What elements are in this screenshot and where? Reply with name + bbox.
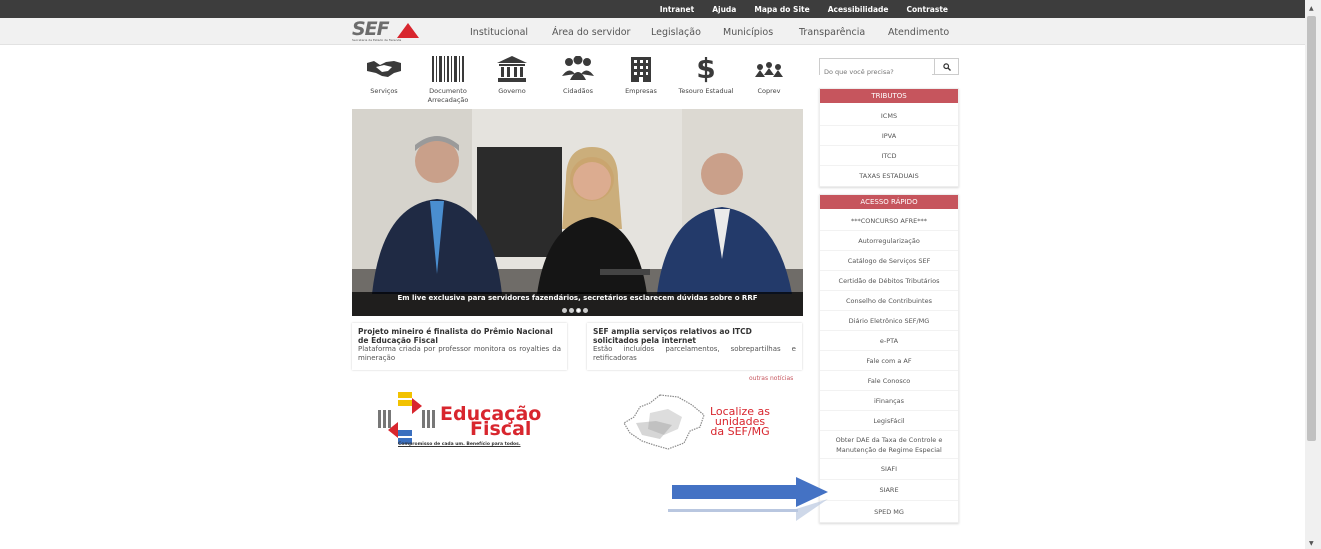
news-title[interactable]: SEF amplia serviços relativos ao ITCD so… <box>593 327 796 345</box>
shortcut-label: Tesouro Estadual <box>678 87 734 95</box>
shortcut-label: Cidadãos <box>563 87 593 95</box>
shortcut-label: Serviços <box>370 87 398 95</box>
carousel-dot-2[interactable] <box>569 308 574 313</box>
tributos-panel: TRIBUTOS ICMS IPVA ITCD TAXAS ESTADUAIS <box>819 88 959 187</box>
acesso-item-fale-af[interactable]: Fale com a AF <box>820 351 958 371</box>
acesso-item-catalogo[interactable]: Catálogo de Serviços SEF <box>820 251 958 271</box>
minas-gerais-map-icon <box>623 394 705 450</box>
carousel-dot-3[interactable] <box>576 308 581 313</box>
scroll-down-icon[interactable]: ▼ <box>1309 540 1314 547</box>
contraste-link[interactable]: Contraste <box>907 5 948 14</box>
acesso-item-siare[interactable]: SIARE <box>820 480 958 501</box>
office-building-icon <box>611 55 671 83</box>
acesso-item-siafi[interactable]: SIAFI <box>820 459 958 480</box>
acesso-item-obter-dae[interactable]: Obter DAE da Taxa de Controle e Manutenç… <box>820 431 958 459</box>
shortcut-documento-arrecadacao[interactable]: Documento Arrecadação <box>418 55 478 105</box>
news-summary: Estão incluídos parcelamentos, sobrepart… <box>593 345 796 362</box>
acesso-item-conselho[interactable]: Conselho de Contribuintes <box>820 291 958 311</box>
scroll-up-icon[interactable]: ▲ <box>1309 5 1314 12</box>
search-icon <box>942 62 951 71</box>
handshake-icon <box>354 55 414 83</box>
shortcut-label: Coprev <box>757 87 781 95</box>
mapa-do-site-link[interactable]: Mapa do Site <box>754 5 809 14</box>
tributos-item-icms[interactable]: ICMS <box>820 106 958 126</box>
acesso-item-autorregularizacao[interactable]: Autorregularização <box>820 231 958 251</box>
shortcut-cidadaos[interactable]: Cidadãos <box>548 55 608 96</box>
carousel-caption-text: Em live exclusiva para servidores fazend… <box>397 294 758 302</box>
government-building-icon <box>482 55 542 83</box>
news-summary: Plataforma criada por professor monitora… <box>358 345 561 362</box>
people-icon <box>548 55 608 83</box>
carousel-caption: Em live exclusiva para servidores fazend… <box>352 292 803 316</box>
acesso-item-epta[interactable]: e-PTA <box>820 331 958 351</box>
nav-atendimento[interactable]: Atendimento <box>888 27 949 38</box>
localize-text: Localize as unidades da SEF/MG <box>705 406 775 438</box>
news-carousel[interactable]: Em live exclusiva para servidores fazend… <box>352 109 803 316</box>
localize-unidades-banner[interactable]: Localize as unidades da SEF/MG <box>620 393 790 453</box>
news-item-1[interactable]: Projeto mineiro é finalista do Prêmio Na… <box>352 323 567 370</box>
educacao-fiscal-logo-icon <box>378 392 435 444</box>
search-button[interactable] <box>934 59 958 74</box>
scroll-thumb[interactable] <box>1307 16 1316 441</box>
nav-municipios[interactable]: Municípios <box>723 27 799 38</box>
acesso-item-legisfacil[interactable]: LegisFácil <box>820 411 958 431</box>
nav-menu: Institucional Área do servidor Legislaçã… <box>470 27 949 38</box>
more-news-link[interactable]: outras notícias <box>749 375 793 382</box>
nav-transparencia[interactable]: Transparência <box>799 27 888 38</box>
nav-area-do-servidor[interactable]: Área do servidor <box>552 27 651 38</box>
acesso-item-sped-mg[interactable]: SPED MG <box>820 501 958 522</box>
tributos-item-taxas[interactable]: TAXAS ESTADUAIS <box>820 166 958 186</box>
search-box <box>819 58 959 80</box>
intranet-link[interactable]: Intranet <box>660 5 695 14</box>
nav-legislacao[interactable]: Legislação <box>651 27 723 38</box>
educacao-fiscal-banner[interactable]: Educação Fiscal Compromisso de cada um. … <box>378 392 548 452</box>
shortcut-label: Documento Arrecadação <box>427 87 469 104</box>
shortcut-empresas[interactable]: Empresas <box>611 55 671 96</box>
tributos-item-ipva[interactable]: IPVA <box>820 126 958 146</box>
acesso-item-diario[interactable]: Diário Eletrônico SEF/MG <box>820 311 958 331</box>
acesso-item-concurso[interactable]: ***CONCURSO AFRE*** <box>820 211 958 231</box>
highlight-arrow <box>668 475 828 529</box>
barcode-icon <box>418 55 478 83</box>
acesso-item-ifinancas[interactable]: iFinanças <box>820 391 958 411</box>
acessibilidade-link[interactable]: Acessibilidade <box>828 5 889 14</box>
educacao-tagline: Compromisso de cada um. Benefício para t… <box>398 442 521 447</box>
shortcut-servicos[interactable]: Serviços <box>354 55 414 96</box>
carousel-dot-4[interactable] <box>583 308 588 313</box>
logo-triangle-icon <box>397 23 419 38</box>
shortcut-label: Empresas <box>625 87 657 95</box>
carousel-dots <box>562 308 588 313</box>
shortcut-coprev[interactable]: Coprev <box>739 55 799 96</box>
fiscal-title: Fiscal <box>470 418 532 440</box>
top-utility-bar: Intranet Ajuda Mapa do Site Acessibilida… <box>0 0 1305 18</box>
logo-subtitle: Secretaria de Estado de Fazenda <box>352 38 402 42</box>
banner-photo <box>352 109 803 316</box>
sef-logo[interactable]: SEF Secretaria de Estado de Fazenda <box>352 20 424 43</box>
ajuda-link[interactable]: Ajuda <box>712 5 736 14</box>
utility-links: Intranet Ajuda Mapa do Site Acessibilida… <box>660 0 948 18</box>
acesso-rapido-title: ACESSO RÁPIDO <box>820 195 958 209</box>
news-item-2[interactable]: SEF amplia serviços relativos ao ITCD so… <box>587 323 802 370</box>
news-title[interactable]: Projeto mineiro é finalista do Prêmio Na… <box>358 327 561 345</box>
search-input[interactable] <box>820 64 932 80</box>
nav-institucional[interactable]: Institucional <box>470 27 552 38</box>
shortcut-tesouro-estadual[interactable]: $ Tesouro Estadual <box>676 55 736 96</box>
acesso-item-certidao[interactable]: Certidão de Débitos Tributários <box>820 271 958 291</box>
tributos-item-itcd[interactable]: ITCD <box>820 146 958 166</box>
shortcut-governo[interactable]: Governo <box>482 55 542 96</box>
shortcut-label: Governo <box>498 87 526 95</box>
dollar-icon: $ <box>696 52 716 85</box>
acesso-rapido-panel: ACESSO RÁPIDO ***CONCURSO AFRE*** Autorr… <box>819 194 959 523</box>
acesso-item-fale-conosco[interactable]: Fale Conosco <box>820 371 958 391</box>
coprev-icon <box>739 55 799 83</box>
tributos-title: TRIBUTOS <box>820 89 958 103</box>
localize-line3: da SEF/MG <box>710 425 770 438</box>
carousel-dot-1[interactable] <box>562 308 567 313</box>
